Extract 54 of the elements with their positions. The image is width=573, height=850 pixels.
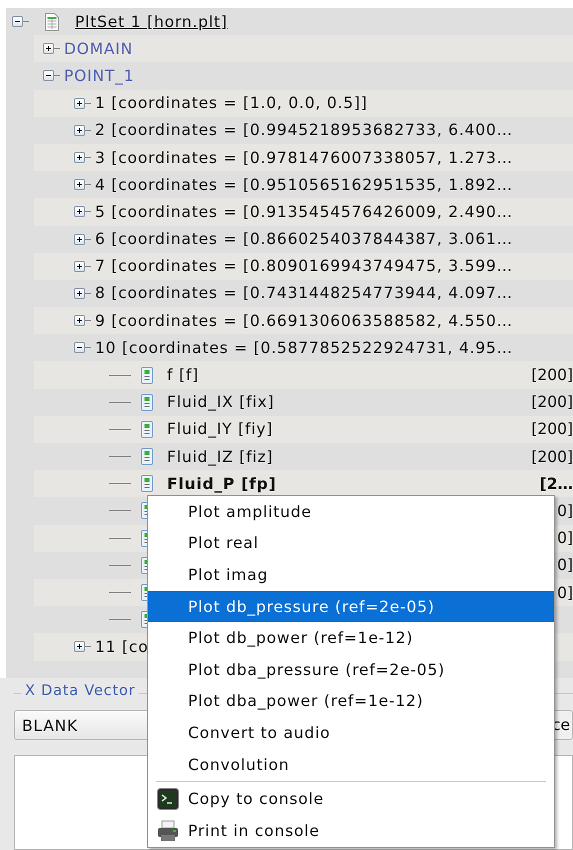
tree-item[interactable]: 8 [coordinates = [0.7431448254773944, 4.097… — [95, 284, 513, 302]
vector-size: 0] — [557, 556, 573, 574]
file-title[interactable]: PltSet 1 [horn.plt] — [75, 12, 228, 31]
terminal-icon — [157, 788, 179, 810]
tree-item[interactable]: POINT_1 — [64, 66, 134, 85]
spreadsheet-icon — [45, 12, 59, 31]
expand-icon[interactable] — [74, 124, 85, 136]
tree-item[interactable]: 4 [coordinates = [0.9510565162951535, 1.892… — [95, 176, 513, 194]
expand-icon[interactable] — [74, 641, 85, 652]
vector-size: [200] — [531, 420, 573, 438]
menu-item[interactable]: Print in console — [148, 814, 554, 847]
vector-size: [200] — [531, 393, 573, 412]
vector-item[interactable]: f [f] — [167, 366, 199, 384]
vector-size: [2… — [540, 474, 573, 493]
expand-icon[interactable] — [74, 315, 85, 326]
menu-item[interactable]: Plot amplitude — [148, 496, 554, 528]
expand-icon[interactable] — [74, 152, 85, 164]
menu-item[interactable]: Plot db_power (ref=1e-12) — [148, 622, 554, 654]
expand-icon[interactable] — [74, 98, 85, 109]
tree-item[interactable]: 2 [coordinates = [0.9945218953682733, 6.400… — [95, 121, 513, 140]
collapse-icon[interactable] — [74, 342, 85, 354]
vector-size: [200] — [531, 448, 573, 466]
printer-icon — [157, 820, 179, 842]
tree-item[interactable]: 11 [co — [95, 638, 149, 656]
vector-icon — [141, 366, 153, 384]
expand-icon[interactable] — [74, 179, 85, 190]
expand-icon[interactable] — [43, 43, 54, 54]
vector-size: 0] — [557, 529, 573, 548]
vector-size: 0] — [557, 584, 573, 602]
vector-item[interactable]: Fluid_IZ [fiz] — [167, 448, 274, 466]
menu-item[interactable]: Plot dba_pressure (ref=2e-05) — [148, 654, 554, 686]
expand-icon[interactable] — [74, 206, 85, 218]
vector-size: [200] — [531, 366, 573, 384]
tree-item[interactable]: 10 [coordinates = [0.5877852522924731, 4.95… — [95, 338, 513, 357]
vector-icon — [141, 420, 153, 438]
menu-item[interactable]: Plot imag — [148, 559, 554, 591]
vector-item[interactable]: Fluid_IY [fiy] — [167, 420, 274, 438]
tree-item[interactable]: 6 [coordinates = [0.8660254037844387, 3.061… — [95, 230, 513, 248]
collapse-icon[interactable] — [12, 16, 23, 28]
vector-icon — [141, 475, 153, 492]
vector-icon — [141, 448, 153, 466]
vector-icon — [141, 394, 153, 411]
expand-icon[interactable] — [74, 260, 85, 272]
collapse-icon[interactable] — [43, 70, 54, 82]
menu-item[interactable]: Convolution — [148, 748, 554, 780]
vector-item[interactable]: Fluid_P [fp] — [167, 474, 276, 493]
expand-icon[interactable] — [74, 234, 85, 245]
menu-item[interactable]: Plot db_pressure (ref=2e-05) — [148, 590, 554, 622]
tree-item[interactable]: DOMAIN — [64, 40, 134, 58]
menu-item[interactable]: Copy to console — [148, 783, 554, 815]
expand-icon[interactable] — [74, 288, 85, 299]
vector-size: 0] — [557, 502, 573, 520]
menu-item[interactable]: Plot real — [148, 528, 554, 560]
vector-item[interactable]: Fluid_IX [fix] — [167, 393, 274, 412]
